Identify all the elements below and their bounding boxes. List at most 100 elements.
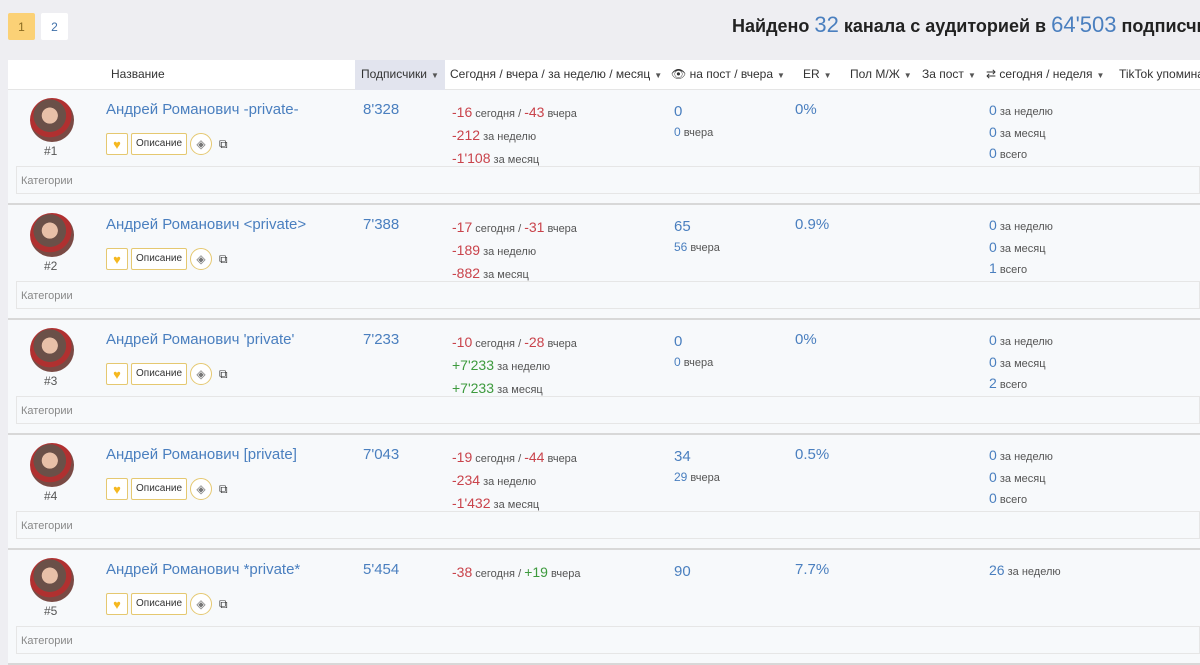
copy-icon[interactable]: ⧉ [219,252,228,267]
col-name[interactable]: Название [111,60,165,90]
views-per-post: 34 [674,448,691,465]
eye-icon: 👁 [671,67,687,81]
channel-name-link[interactable]: Андрей Романович -private- [106,101,299,118]
col-views[interactable]: 👁 на пост / вчера ▼ [671,60,785,90]
favorite-heart-icon[interactable]: ♥ [106,593,128,615]
categories-field[interactable]: Категории [16,626,1200,654]
month-change: +7'233 [452,380,494,396]
yesterday-label: вчера [690,242,720,254]
views-per-post: 65 [674,218,691,235]
col-subscribers-label: Подписчики [361,67,428,81]
avatar[interactable] [30,328,74,372]
table-row: #3 Андрей Романович 'private' ♥ Описание… [8,320,1200,435]
description-button[interactable]: Описание [131,133,188,155]
col-subscribers[interactable]: Подписчики ▼ [355,60,445,90]
subscriber-dynamics: -10 сегодня / -28 вчера +7'233 за неделю +… [452,332,577,401]
month-label: за месяц [999,357,1046,370]
categories-field[interactable]: Категории [16,166,1200,194]
layers-icon[interactable]: ◈ [190,133,213,155]
favorite-heart-icon[interactable]: ♥ [106,363,128,385]
yesterday-change: -44 [524,449,545,465]
yesterday-label: вчера [547,108,577,120]
row-actions: ♥ Описание ◈ ⧉ [106,363,228,385]
total-label: всего [999,264,1028,276]
month-label: за месяц [493,499,540,511]
week-label: за неделю [999,106,1053,118]
channel-name-link[interactable]: Андрей Романович *private* [106,561,300,578]
categories-field[interactable]: Категории [16,396,1200,424]
channel-name-link[interactable]: Андрей Романович 'private' [106,331,294,348]
pagination: 1 2 [8,13,68,40]
copy-icon[interactable]: ⧉ [219,367,228,382]
today-label: сегодня / [475,568,522,580]
favorite-heart-icon[interactable]: ♥ [106,248,128,270]
week-label: за неделю [483,131,537,143]
channels-table: Название Подписчики ▼ Сегодня / вчера / з… [8,60,1200,665]
week-change: -189 [452,242,481,258]
description-button[interactable]: Описание [131,593,188,615]
layers-icon[interactable]: ◈ [190,363,213,385]
copy-icon[interactable]: ⧉ [219,137,228,152]
col-gender-label: Пол М/Ж [850,67,900,81]
reposts-week: 0 [989,447,997,463]
table-row: #4 Андрей Романович [private] ♥ Описание… [8,435,1200,550]
categories-field[interactable]: Категории [16,511,1200,539]
avatar[interactable] [30,98,74,142]
reposts-month: 0 [989,123,997,140]
categories-field[interactable]: Категории [16,281,1200,309]
row-actions: ♥ Описание ◈ ⧉ [106,593,228,615]
col-per-post[interactable]: За пост ▼ [922,60,976,90]
page-2-button[interactable]: 2 [41,13,68,40]
today-change: -19 [452,449,473,465]
col-dynamics[interactable]: Сегодня / вчера / за неделю / месяц ▼ [450,60,662,90]
page-1-button[interactable]: 1 [8,13,35,40]
rank: #5 [44,604,58,618]
copy-icon[interactable]: ⧉ [219,482,228,497]
col-gender[interactable]: Пол М/Ж ▼ [850,60,912,90]
total-label: всего [999,379,1028,391]
month-label: за месяц [483,269,529,281]
week-label: за неделю [1007,566,1061,578]
yesterday-label: вчера [547,338,577,350]
col-views-label: на пост / вчера [689,67,773,81]
avatar[interactable] [30,213,74,257]
month-change: -882 [452,265,481,281]
results-summary: Найдено 32 канала с аудиторией в 64'503 … [732,12,1200,38]
repost-icon: ⇄ [986,67,997,81]
layers-icon[interactable]: ◈ [190,248,213,270]
avatar[interactable] [30,558,74,602]
reposts-month: 0 [989,353,997,370]
copy-icon[interactable]: ⧉ [219,597,228,612]
layers-icon[interactable]: ◈ [190,478,213,500]
week-label: за неделю [497,361,551,373]
yesterday-label: вчера [683,127,714,139]
favorite-heart-icon[interactable]: ♥ [106,133,128,155]
week-change: -212 [452,127,481,143]
channel-name-link[interactable]: Андрей Романович <private> [106,216,306,233]
description-button[interactable]: Описание [131,248,188,270]
description-button[interactable]: Описание [131,478,188,500]
col-tiktok[interactable]: TikTok упомина [1119,60,1200,90]
col-dynamics-label: Сегодня / вчера / за неделю / месяц [450,67,651,81]
subscribers-count: 7'043 [363,446,400,463]
rank: #2 [44,259,58,273]
today-label: сегодня / [475,338,522,350]
subscribers-count: 7'388 [363,216,400,233]
reposts-week: 0 [989,332,997,348]
reposts: 26 за неделю [989,561,1061,583]
col-reposts-label: сегодня / неделя [999,67,1093,81]
description-button[interactable]: Описание [131,363,188,385]
week-label: за неделю [999,451,1053,463]
layers-icon[interactable]: ◈ [190,593,213,615]
caret-down-icon: ▼ [903,71,912,80]
channel-name-link[interactable]: Андрей Романович [private] [106,446,297,463]
favorite-heart-icon[interactable]: ♥ [106,478,128,500]
col-er[interactable]: ER ▼ [803,60,832,90]
month-change: -1'432 [452,495,491,511]
avatar[interactable] [30,443,74,487]
reposts: 0 за неделю 0 за месяц 0 всего [989,101,1053,166]
views-yesterday: 0 [674,125,681,139]
rank: #1 [44,144,58,158]
col-reposts[interactable]: ⇄ сегодня / неделя ▼ [986,60,1104,90]
today-change: -10 [452,334,473,350]
